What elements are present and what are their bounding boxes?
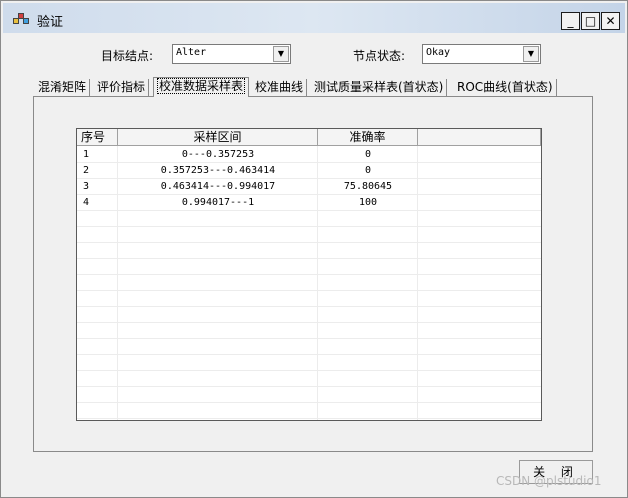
- tab-roc-curve[interactable]: ROC曲线(首状态): [454, 79, 557, 97]
- tab-calibration-curve[interactable]: 校准曲线: [252, 79, 308, 97]
- cell-interval: 0---0.357253: [181, 149, 255, 160]
- column-header-accuracy[interactable]: 准确率: [318, 129, 418, 146]
- calibration-table[interactable]: 序号 采样区间 准确率 1 0---0.357253 0 2 0.357253---0.…: [76, 128, 542, 421]
- empty-row: [77, 275, 541, 291]
- title-bar[interactable]: 验证 _ □ ✕: [3, 3, 625, 33]
- cell-accuracy: 0: [364, 149, 372, 160]
- empty-row: [77, 371, 541, 387]
- tab-calibration-sample-table[interactable]: 校准数据采样表: [153, 77, 250, 97]
- empty-row: [77, 307, 541, 323]
- empty-row: [77, 211, 541, 227]
- empty-row: [77, 339, 541, 355]
- tab-test-quality-table[interactable]: 测试质量采样表(首状态): [311, 79, 448, 97]
- chevron-down-icon[interactable]: ▼: [523, 46, 539, 62]
- cell-accuracy: 100: [358, 197, 378, 208]
- cell-interval: 0.463414---0.994017: [160, 181, 276, 192]
- empty-row: [77, 227, 541, 243]
- node-state-select[interactable]: Okay ▼: [422, 44, 541, 64]
- cell-accuracy: 75.80645: [343, 181, 393, 192]
- table-header: 序号 采样区间 准确率: [77, 129, 541, 146]
- cell-interval: 0.994017---1: [181, 197, 255, 208]
- cell-interval: 0.357253---0.463414: [160, 165, 276, 176]
- app-icon: [13, 12, 29, 26]
- watermark: CSDN @plstudio1: [496, 474, 602, 488]
- dialog-window: 验证 _ □ ✕ 目标结点: Alter ▼ 节点状态: Okay ▼ 混淆矩阵…: [0, 0, 628, 498]
- target-node-label: 目标结点:: [101, 49, 154, 63]
- empty-row: [77, 243, 541, 259]
- cell-index: 4: [83, 197, 90, 208]
- window-title: 验证: [37, 15, 64, 30]
- empty-row: [77, 291, 541, 307]
- table-row[interactable]: 1 0---0.357253 0: [77, 147, 541, 163]
- cell-index: 3: [83, 181, 90, 192]
- node-state-label: 节点状态:: [353, 49, 406, 63]
- target-node-select[interactable]: Alter ▼: [172, 44, 291, 64]
- empty-row: [77, 259, 541, 275]
- empty-row: [77, 323, 541, 339]
- table-row[interactable]: 3 0.463414---0.994017 75.80645: [77, 179, 541, 195]
- empty-row: [77, 387, 541, 403]
- tab-confusion-matrix[interactable]: 混淆矩阵: [35, 79, 91, 97]
- cell-accuracy: 0: [364, 165, 372, 176]
- table-row[interactable]: 2 0.357253---0.463414 0: [77, 163, 541, 179]
- column-header-index[interactable]: 序号: [77, 129, 118, 146]
- maximize-button[interactable]: □: [581, 12, 600, 30]
- minimize-button[interactable]: _: [561, 12, 580, 30]
- empty-row: [77, 355, 541, 371]
- tab-evaluation-metrics[interactable]: 评价指标: [94, 79, 150, 97]
- column-header-empty: [418, 129, 541, 146]
- column-header-interval[interactable]: 采样区间: [118, 129, 318, 146]
- close-window-button[interactable]: ✕: [601, 12, 620, 30]
- target-node-value: Alter: [176, 47, 207, 58]
- empty-row: [77, 403, 541, 419]
- cell-index: 1: [83, 149, 90, 160]
- cell-index: 2: [83, 165, 90, 176]
- node-state-value: Okay: [426, 47, 451, 58]
- chevron-down-icon[interactable]: ▼: [273, 46, 289, 62]
- table-row[interactable]: 4 0.994017---1 100: [77, 195, 541, 211]
